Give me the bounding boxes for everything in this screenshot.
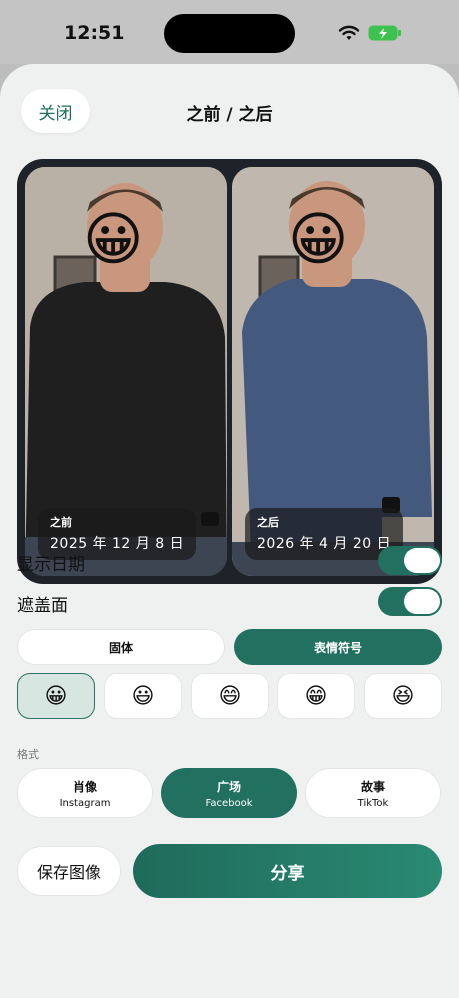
emoji-option-smiley[interactable]: 😃 xyxy=(104,673,182,719)
format-square-title: 广场 xyxy=(216,779,241,794)
format-story-button[interactable]: 故事 TikTok xyxy=(305,768,441,818)
show-date-row: 显示日期 xyxy=(17,546,442,576)
format-square-subtitle: Facebook xyxy=(205,797,253,809)
toggle-knob xyxy=(404,589,440,614)
format-story-title: 故事 xyxy=(360,779,385,794)
face-emoji-overlay: 😀 xyxy=(288,205,349,273)
mask-face-row: 遮盖面 xyxy=(17,587,442,617)
after-photo: 😀 之后 2026 年 4 月 20 日 xyxy=(232,167,434,576)
mask-style-selector: 固体 表情符号 xyxy=(17,629,442,665)
format-selector: 肖像 Instagram 广场 Facebook 故事 TikTok xyxy=(17,768,442,818)
show-date-label: 显示日期 xyxy=(17,555,85,575)
face-emoji-overlay: 😀 xyxy=(83,205,144,273)
battery-icon xyxy=(368,25,401,41)
emoji-picker: 😀 😃 😄 😁 😆 xyxy=(17,673,442,719)
mask-style-solid-button[interactable]: 固体 xyxy=(17,629,225,665)
format-portrait-title: 肖像 xyxy=(72,779,97,794)
emoji-option-laughing[interactable]: 😆 xyxy=(364,673,442,719)
save-image-button[interactable]: 保存图像 xyxy=(17,846,121,896)
format-portrait-subtitle: Instagram xyxy=(59,797,111,809)
dynamic-island xyxy=(164,14,295,53)
toggle-knob xyxy=(404,548,440,573)
before-photo: 😀 之前 2025 年 12 月 8 日 xyxy=(25,167,227,576)
emoji-option-grinning[interactable]: 😀 xyxy=(17,673,95,719)
share-button[interactable]: 分享 xyxy=(133,844,442,898)
status-bar: 12:51 xyxy=(0,0,459,64)
wifi-icon xyxy=(338,25,360,40)
format-square-button[interactable]: 广场 Facebook xyxy=(161,768,297,818)
format-section-label: 格式 xyxy=(17,748,39,761)
format-portrait-button[interactable]: 肖像 Instagram xyxy=(17,768,153,818)
sheet-title: 之前 / 之后 xyxy=(186,105,273,125)
emoji-option-smile[interactable]: 😄 xyxy=(191,673,269,719)
format-story-subtitle: TikTok xyxy=(357,797,389,809)
comparison-preview: 😀 之前 2025 年 12 月 8 日 😀 之后 2026 年 4 月 20 … xyxy=(17,159,442,584)
status-time: 12:51 xyxy=(64,22,125,44)
show-date-toggle[interactable] xyxy=(378,546,442,575)
mask-style-emoji-button[interactable]: 表情符号 xyxy=(234,629,442,665)
emoji-option-grin[interactable]: 😁 xyxy=(277,673,355,719)
mask-face-toggle[interactable] xyxy=(378,587,442,616)
mask-face-label: 遮盖面 xyxy=(17,596,68,616)
after-label: 之后 xyxy=(257,516,279,529)
before-label: 之前 xyxy=(50,516,72,529)
